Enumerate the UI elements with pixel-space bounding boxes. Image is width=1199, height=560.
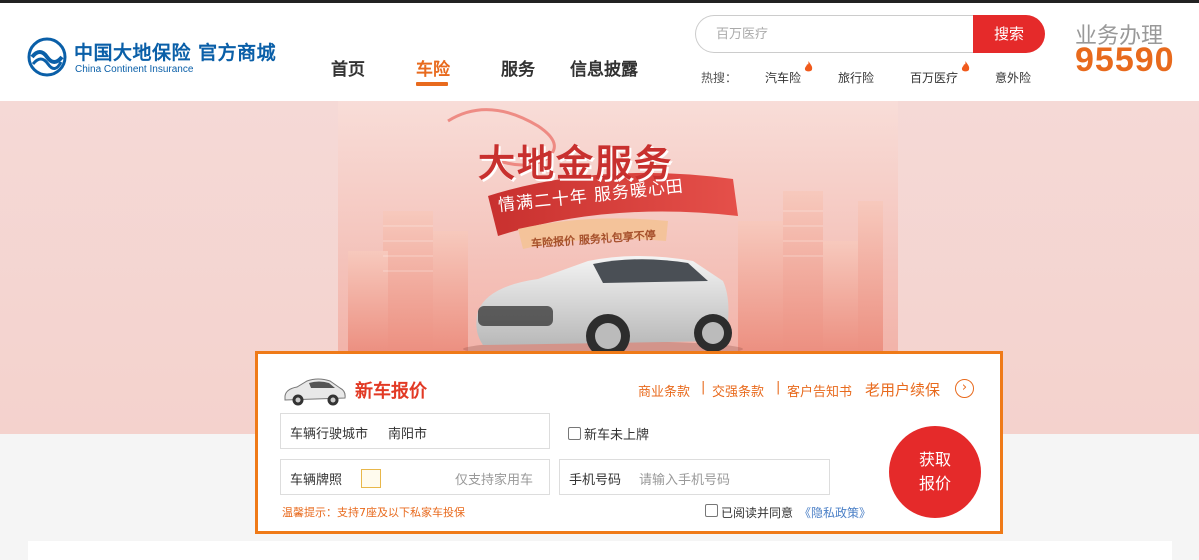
get-quote-line1: 获取 (918, 450, 951, 469)
content-card (28, 541, 1172, 560)
fire-icon (804, 61, 813, 72)
phone-input[interactable]: 请输入手机号码 (639, 469, 730, 488)
new-car-checkbox[interactable] (568, 427, 581, 440)
search-box (695, 15, 975, 53)
new-car-label: 新车未上牌 (584, 428, 650, 443)
site-header: 中国大地保险 官方商城 China Continent Insurance 首页… (0, 3, 1199, 101)
agree-checkbox[interactable] (705, 504, 718, 517)
phone-field[interactable]: 手机号码 请输入手机号码 (559, 459, 830, 495)
site-logo[interactable]: 中国大地保险 官方商城 China Continent Insurance (27, 37, 277, 81)
link-compulsory-terms[interactable]: 交强条款 (712, 381, 764, 400)
link-commercial-terms[interactable]: 商业条款 (638, 381, 690, 400)
car-icon (284, 378, 346, 406)
city-value[interactable]: 南阳市 (388, 423, 427, 442)
nav-active-underline (416, 82, 448, 86)
hot-item-accident[interactable]: 意外险 (995, 69, 1031, 86)
quote-title: 新车报价 (355, 381, 427, 402)
nav-disclosure[interactable]: 信息披露 (570, 55, 638, 80)
hot-search-label: 热搜： (701, 71, 738, 85)
promo-banner[interactable]: 大地金服务 情满二十年 服务暖心田 车险报价 服务礼包享不停 (338, 101, 898, 353)
nav-service[interactable]: 服务 (501, 55, 535, 80)
get-quote-button[interactable]: 获取 报价 (889, 426, 981, 518)
link-separator: | (776, 380, 781, 395)
agree-label: 已阅读并同意 (721, 506, 794, 520)
privacy-policy-link[interactable]: 《隐私政策》 (799, 504, 871, 521)
warm-tip: 温馨提示：支持7座及以下私家车投保 (282, 506, 465, 519)
city-label: 车辆行驶城市 (290, 427, 369, 442)
nav-home[interactable]: 首页 (331, 55, 365, 80)
plate-field[interactable]: 车辆牌照 仅支持家用车 (280, 459, 550, 495)
get-quote-line2: 报价 (918, 474, 951, 493)
plate-label: 车辆牌照 (290, 473, 343, 488)
search-button[interactable]: 搜索 (973, 15, 1045, 53)
link-customer-notice[interactable]: 客户告知书 (787, 381, 852, 400)
nav-auto-insurance[interactable]: 车险 (416, 55, 450, 80)
fire-icon (961, 61, 970, 72)
search-input[interactable] (716, 16, 966, 52)
hot-item-auto[interactable]: 汽车险 (765, 69, 801, 86)
logo-mark-icon (27, 37, 67, 77)
logo-chinese-text: 中国大地保险 官方商城 (74, 42, 277, 64)
quote-panel: 新车报价 商业条款 | 交强条款 | 客户告知书 老用户续保 › 车辆行驶城市 … (255, 351, 1003, 534)
phone-label: 手机号码 (569, 473, 622, 488)
hot-item-medical[interactable]: 百万医疗 (910, 69, 958, 86)
plate-prefix-select[interactable] (361, 469, 381, 488)
renew-link[interactable]: 老用户续保 (865, 379, 940, 400)
link-separator: | (701, 380, 706, 395)
chevron-right-icon[interactable]: › (955, 379, 974, 398)
city-field[interactable]: 车辆行驶城市 南阳市 (280, 413, 550, 449)
plate-hint: 仅支持家用车 (455, 473, 534, 488)
hotline-number[interactable]: 95590 (1075, 41, 1175, 80)
hot-item-travel[interactable]: 旅行险 (838, 69, 874, 86)
logo-english-text: China Continent Insurance (75, 64, 194, 75)
